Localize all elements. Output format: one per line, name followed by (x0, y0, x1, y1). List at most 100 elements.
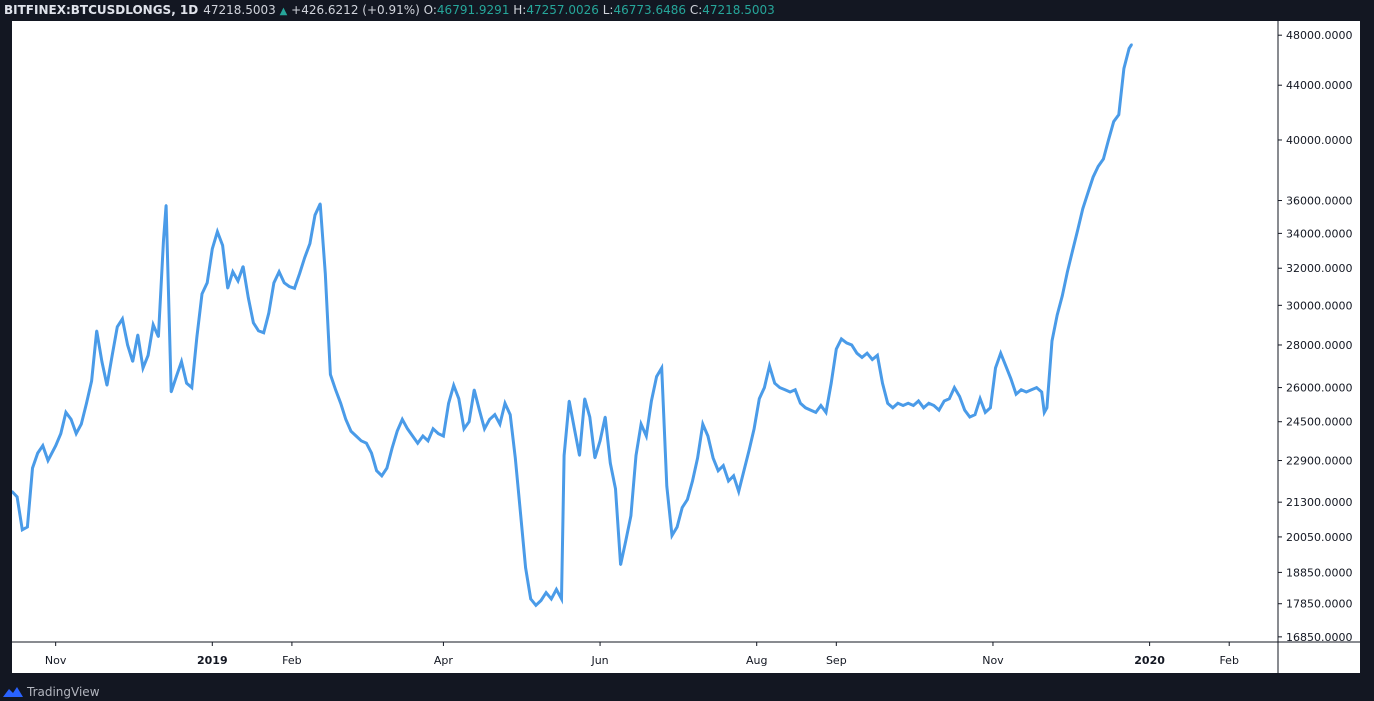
data-point (691, 479, 694, 483)
data-point (46, 459, 50, 462)
chart-area[interactable]: 48000.0000 44000.0000 40000.0000 36000.0000… (10, 21, 1360, 673)
data-point (604, 415, 607, 419)
data-point (15, 495, 19, 498)
data-point (706, 434, 710, 438)
data-point (216, 230, 219, 233)
data-point (390, 446, 394, 450)
data-point (568, 399, 571, 403)
data-point (809, 408, 812, 412)
data-point (195, 335, 199, 338)
data-point (639, 422, 643, 426)
data-point (737, 490, 740, 493)
data-point (226, 287, 229, 290)
data-point (64, 411, 68, 414)
data-point (80, 422, 83, 426)
data-point (891, 406, 894, 409)
data-point (380, 474, 383, 477)
data-point (907, 402, 910, 405)
data-point (221, 244, 224, 247)
data-point (59, 432, 62, 435)
data-point (175, 375, 178, 378)
data-point (732, 474, 735, 477)
data-point (365, 442, 368, 445)
x-tick-label: 2020 (1134, 654, 1165, 667)
data-point (1043, 411, 1046, 414)
data-point (788, 390, 792, 394)
data-point (534, 604, 538, 607)
data-point (236, 279, 240, 283)
data-point (85, 402, 88, 405)
data-point (722, 464, 725, 467)
close-label: C: (689, 3, 703, 17)
data-point (1061, 294, 1064, 297)
data-point (999, 352, 1002, 355)
data-point (467, 420, 471, 423)
data-point (185, 382, 188, 385)
data-point (303, 256, 306, 259)
high-label: H: (513, 3, 527, 17)
data-point (948, 397, 951, 400)
data-point (262, 331, 265, 334)
data-point (164, 204, 168, 207)
data-point (1130, 43, 1133, 46)
data-point (763, 386, 766, 389)
data-point (116, 325, 119, 328)
data-point (989, 406, 992, 409)
data-point (360, 439, 363, 442)
data-point (855, 352, 859, 355)
x-tick-label: Aug (746, 654, 767, 667)
data-point (90, 379, 93, 383)
data-point (344, 418, 347, 421)
data-point (978, 397, 982, 400)
data-point (799, 402, 802, 405)
data-point (206, 281, 209, 284)
y-tick-label: 22900.0000 (1286, 455, 1352, 468)
data-point (121, 317, 124, 321)
data-point (267, 311, 270, 315)
data-point (283, 281, 286, 284)
data-point (555, 588, 558, 591)
symbol-title[interactable]: BITFINEX:BTCUSDLONGS, 1D (0, 3, 198, 17)
price-chart[interactable]: 48000.0000 44000.0000 40000.0000 36000.0000… (10, 21, 1360, 673)
data-point (1045, 406, 1049, 409)
data-point (794, 388, 797, 391)
y-tick-label: 24500.0000 (1286, 416, 1352, 429)
data-point (824, 411, 828, 414)
data-point (442, 434, 445, 438)
plot-area[interactable] (10, 43, 1133, 608)
data-point (1081, 207, 1085, 210)
data-point (609, 461, 612, 465)
data-point (544, 591, 548, 594)
data-point (830, 382, 833, 385)
data-point (814, 411, 817, 414)
data-point (1076, 228, 1079, 232)
data-point (509, 413, 512, 416)
y-tick-label: 32000.0000 (1286, 262, 1352, 275)
data-point (593, 456, 597, 460)
data-point (768, 364, 771, 368)
data-point (1056, 313, 1059, 317)
data-point (588, 415, 591, 419)
data-point (69, 418, 73, 421)
data-point (452, 384, 455, 387)
data-point (157, 335, 160, 338)
data-point (152, 323, 155, 326)
data-point (634, 454, 638, 457)
data-point (752, 427, 756, 430)
x-tick-label: Feb (282, 654, 301, 667)
data-point (937, 408, 941, 412)
data-point (339, 402, 342, 405)
data-point (927, 402, 930, 405)
y-axis[interactable]: 48000.0000 44000.0000 40000.0000 36000.0000… (1277, 21, 1352, 673)
price-series-line[interactable] (10, 43, 1133, 608)
data-point (26, 525, 29, 529)
data-point (503, 402, 507, 405)
data-point (190, 386, 193, 389)
y-tick-label: 44000.0000 (1286, 79, 1352, 92)
x-axis[interactable]: Nov 2019 Feb Apr Jun Aug Sep Nov 2020 Feb (12, 641, 1360, 667)
data-point (696, 456, 699, 460)
data-point (1050, 339, 1054, 343)
data-point (860, 356, 864, 359)
y-tick-label: 17850.0000 (1286, 598, 1352, 611)
data-point (1086, 191, 1090, 194)
